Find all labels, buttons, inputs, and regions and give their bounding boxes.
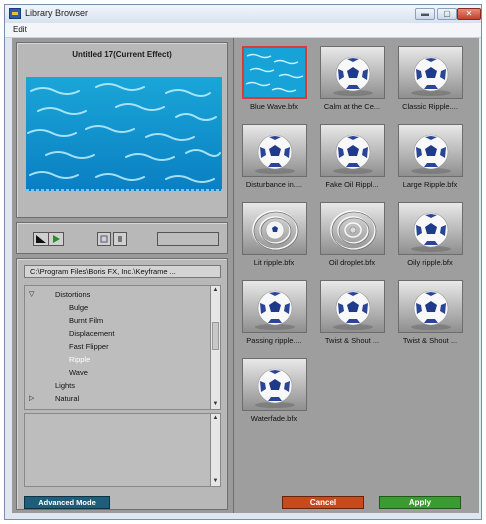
tree-item-bulge[interactable]: Bulge bbox=[69, 303, 88, 312]
tree-item-distortions[interactable]: Distortions bbox=[55, 290, 90, 299]
effect-thumbnail[interactable]: Twist & Shout ... bbox=[316, 280, 388, 345]
preset-thumbnail-image[interactable] bbox=[397, 202, 463, 255]
scroll-up-icon[interactable]: ▲ bbox=[211, 414, 220, 423]
effect-thumbnail[interactable]: Passing ripple.... bbox=[238, 280, 310, 345]
preset-label: Large Ripple.bfx bbox=[402, 180, 458, 189]
preview-panel: Untitled 17(Current Effect) bbox=[16, 42, 228, 218]
preset-label: Lit ripple.bfx bbox=[253, 258, 295, 267]
close-button[interactable]: ✕ bbox=[457, 8, 481, 20]
preset-label: Calm at the Ce... bbox=[323, 102, 381, 111]
preset-thumbnail-image[interactable] bbox=[397, 124, 463, 177]
description-box: ▲ ▼ bbox=[24, 413, 221, 487]
tree-item-fast-flipper[interactable]: Fast Flipper bbox=[69, 342, 109, 351]
app-icon bbox=[9, 8, 21, 19]
window-title: Library Browser bbox=[25, 8, 89, 18]
menu-edit[interactable]: Edit bbox=[13, 25, 27, 34]
preset-label: Twist & Shout ... bbox=[402, 336, 458, 345]
library-grid-pane: Blue Wave.bfx Calm at the Ce... Classic Ri… bbox=[233, 38, 479, 513]
preset-thumbnail-image[interactable] bbox=[319, 202, 385, 255]
preset-label: Oily ripple.bfx bbox=[407, 258, 453, 267]
preset-thumbnail-image[interactable] bbox=[319, 124, 385, 177]
preset-label: Fake Oil Rippl... bbox=[325, 180, 379, 189]
preset-label: Blue Wave.bfx bbox=[249, 102, 299, 111]
minimize-button[interactable]: ▬ bbox=[415, 8, 435, 20]
tree-item-burnt-film[interactable]: Burnt Film bbox=[69, 316, 103, 325]
preset-label: Oil droplet.bfx bbox=[328, 258, 376, 267]
preset-label: Disturbance in.... bbox=[245, 180, 303, 189]
preset-thumbnail-image[interactable] bbox=[397, 280, 463, 333]
expand-icon[interactable]: ▽ bbox=[29, 290, 34, 298]
effect-thumbnail[interactable]: Waterfade.bfx bbox=[238, 358, 310, 423]
tree-item-natural[interactable]: Natural bbox=[55, 394, 79, 403]
preset-label: Twist & Shout ... bbox=[324, 336, 380, 345]
scroll-down-icon[interactable]: ▼ bbox=[211, 477, 220, 486]
tree-scrollbar[interactable]: ▲ ▼ bbox=[210, 286, 220, 409]
preset-label: Waterfade.bfx bbox=[250, 414, 298, 423]
collapsed-icon[interactable]: ▷ bbox=[29, 394, 34, 402]
effect-thumbnail[interactable]: Oily ripple.bfx bbox=[394, 202, 466, 267]
effect-thumbnail[interactable]: Classic Ripple.... bbox=[394, 46, 466, 111]
effect-thumbnail[interactable]: Calm at the Ce... bbox=[316, 46, 388, 111]
scroll-thumb[interactable] bbox=[212, 322, 219, 350]
preset-thumbnail-image[interactable] bbox=[397, 46, 463, 99]
effect-thumbnail[interactable]: Twist & Shout ... bbox=[394, 280, 466, 345]
preset-thumbnail-image[interactable] bbox=[319, 46, 385, 99]
preset-thumbnail-image[interactable] bbox=[241, 46, 307, 99]
preview-image bbox=[26, 77, 222, 191]
description-scrollbar[interactable]: ▲ ▼ bbox=[210, 414, 220, 486]
effect-thumbnail[interactable]: Large Ripple.bfx bbox=[394, 124, 466, 189]
main-area: Untitled 17(Current Effect) C:\Program F… bbox=[12, 38, 479, 513]
single-icon[interactable] bbox=[113, 232, 127, 246]
maximize-button[interactable]: ▢ bbox=[437, 8, 457, 20]
apply-button[interactable]: Apply bbox=[379, 496, 461, 509]
effect-thumbnail[interactable]: Disturbance in.... bbox=[238, 124, 310, 189]
tree-item-wave[interactable]: Wave bbox=[69, 368, 88, 377]
preset-thumbnail-image[interactable] bbox=[319, 280, 385, 333]
preset-label: Classic Ripple.... bbox=[402, 102, 458, 111]
preset-thumbnail-image[interactable] bbox=[241, 202, 307, 255]
play-icon[interactable] bbox=[48, 232, 64, 246]
category-tree: ▽ Distortions Bulge Burnt Film Displacem… bbox=[24, 285, 221, 410]
library-path[interactable]: C:\Program Files\Boris FX, Inc.\Keyframe… bbox=[24, 265, 221, 278]
preset-thumbnail-image[interactable] bbox=[241, 280, 307, 333]
title-bar: Library Browser ▬ ▢ ✕ bbox=[5, 5, 481, 23]
scroll-up-icon[interactable]: ▲ bbox=[211, 286, 220, 295]
left-pane: Untitled 17(Current Effect) C:\Program F… bbox=[12, 38, 232, 513]
preset-thumbnail-image[interactable] bbox=[241, 124, 307, 177]
frame-icon[interactable] bbox=[33, 232, 49, 246]
tree-item-ripple[interactable]: Ripple bbox=[69, 355, 90, 364]
timecode-field[interactable] bbox=[157, 232, 219, 246]
tree-item-lights[interactable]: Lights bbox=[55, 381, 75, 390]
effect-thumbnail[interactable]: Fake Oil Rippl... bbox=[316, 124, 388, 189]
preview-title: Untitled 17(Current Effect) bbox=[72, 50, 172, 59]
preset-label: Passing ripple.... bbox=[246, 336, 302, 345]
transport-panel bbox=[16, 222, 228, 254]
preset-thumbnail-image[interactable] bbox=[241, 358, 307, 411]
grid-icon[interactable] bbox=[97, 232, 111, 246]
scroll-down-icon[interactable]: ▼ bbox=[211, 400, 220, 409]
effect-thumbnail[interactable]: Blue Wave.bfx bbox=[238, 46, 310, 111]
cancel-button[interactable]: Cancel bbox=[282, 496, 364, 509]
advanced-mode-button[interactable]: Advanced Mode bbox=[24, 496, 110, 509]
effect-thumbnail[interactable]: Lit ripple.bfx bbox=[238, 202, 310, 267]
effect-thumbnail[interactable]: Oil droplet.bfx bbox=[316, 202, 388, 267]
tree-item-displacement[interactable]: Displacement bbox=[69, 329, 114, 338]
menu-bar: Edit bbox=[5, 23, 481, 38]
